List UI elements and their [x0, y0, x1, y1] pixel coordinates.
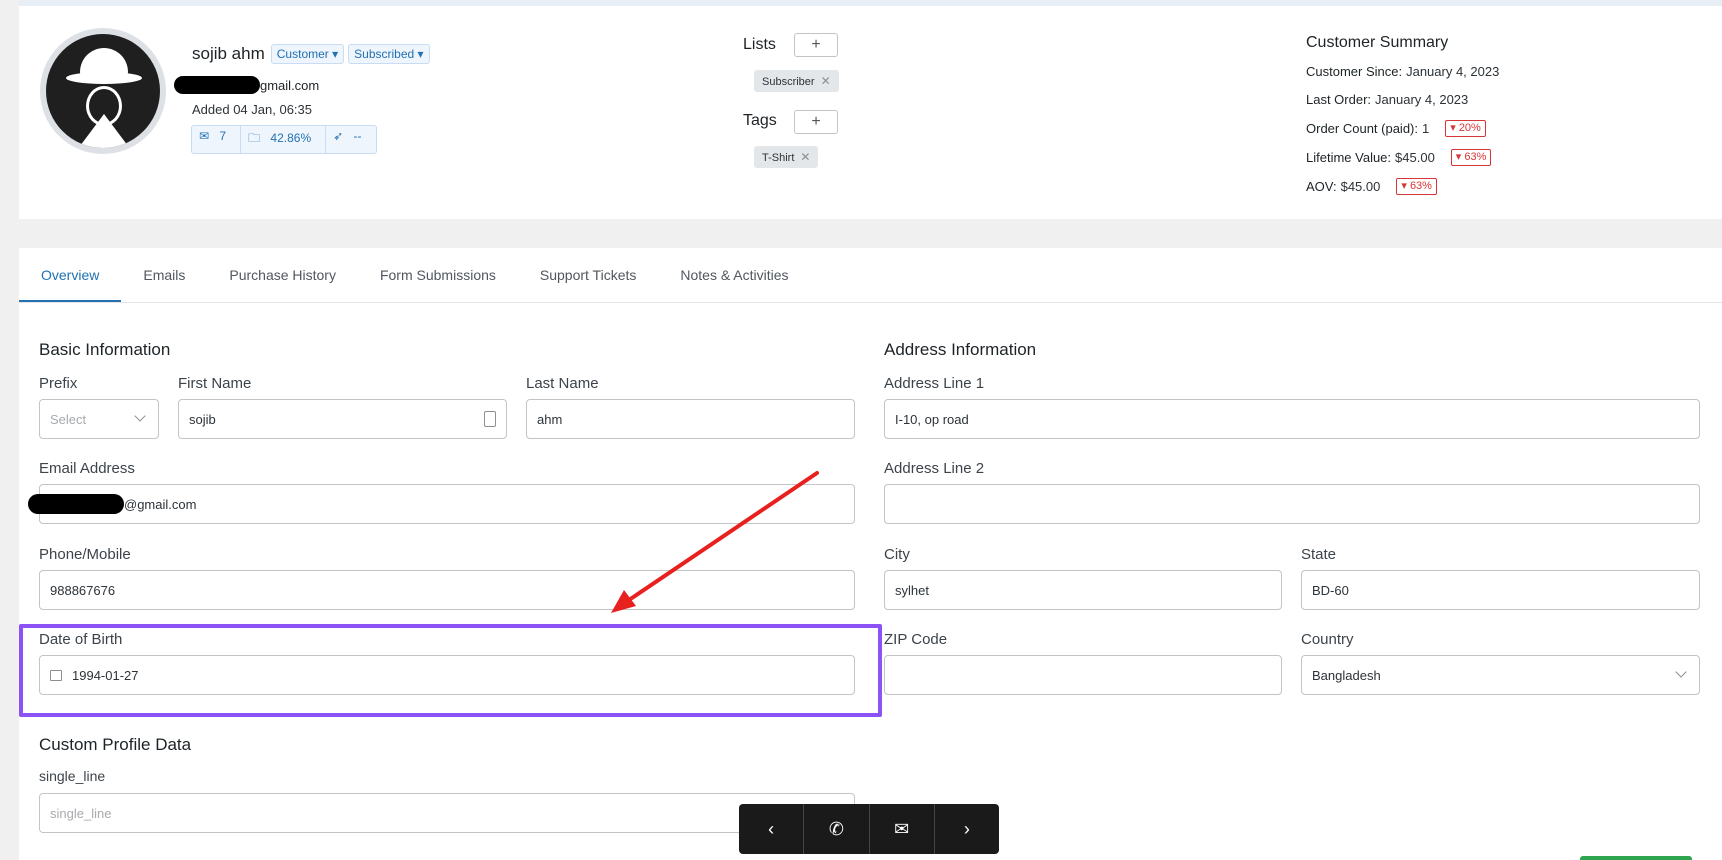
- next-button[interactable]: ›: [935, 804, 999, 854]
- phone-icon[interactable]: ✆: [804, 804, 870, 854]
- annotation-arrow: [611, 471, 819, 613]
- save-button-edge[interactable]: [1580, 856, 1692, 860]
- previous-button[interactable]: ‹: [739, 804, 805, 854]
- mail-icon[interactable]: ✉: [870, 804, 935, 854]
- floating-action-dock: ‹ ✆ ✉ ›: [739, 804, 999, 854]
